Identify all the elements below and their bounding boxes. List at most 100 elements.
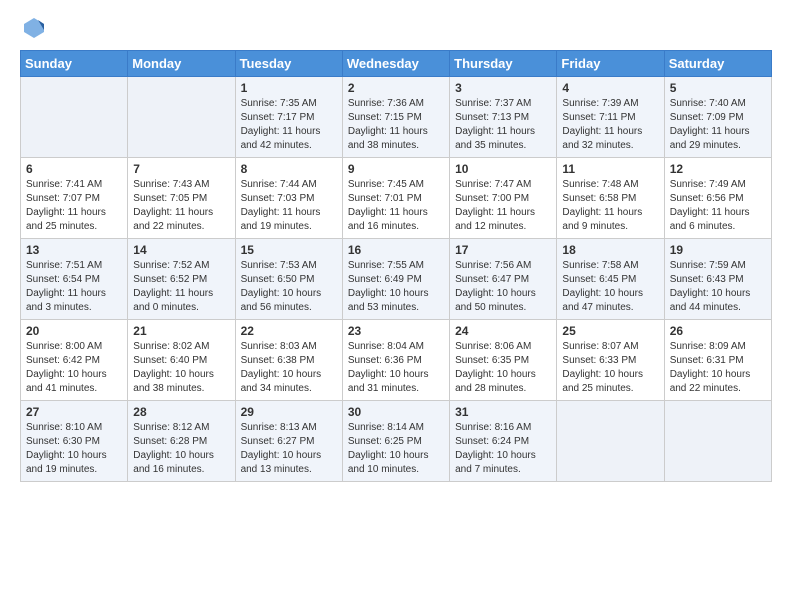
day-info: Sunrise: 8:09 AM Sunset: 6:31 PM Dayligh… [670,340,766,396]
day-info: Sunrise: 8:02 AM Sunset: 6:40 PM Dayligh… [133,340,229,396]
calendar-day-cell: 12Sunrise: 7:49 AM Sunset: 6:56 PM Dayli… [664,158,771,239]
calendar-header-tuesday: Tuesday [235,51,342,77]
day-info: Sunrise: 7:48 AM Sunset: 6:58 PM Dayligh… [562,178,658,234]
calendar-day-cell: 4 Sunrise: 7:39 AM Sunset: 7:11 PM Daylig… [557,77,664,158]
calendar-header-wednesday: Wednesday [342,51,449,77]
calendar-week-row: 20Sunrise: 8:00 AM Sunset: 6:42 PM Dayli… [21,320,772,401]
day-number: 5 [670,81,766,95]
day-info: Sunrise: 8:14 AM Sunset: 6:25 PM Dayligh… [348,421,444,477]
calendar-day-cell [557,401,664,482]
header [20,16,772,40]
day-info: Sunrise: 7:40 AM Sunset: 7:09 PM Dayligh… [670,97,766,153]
calendar-day-cell: 19 Sunrise: 7:59 AM Sunset: 6:43 PM Dayli… [664,239,771,320]
calendar-day-cell: 18 Sunrise: 7:58 AM Sunset: 6:45 PM Dayli… [557,239,664,320]
day-info: Sunrise: 7:43 AM Sunset: 7:05 PM Dayligh… [133,178,229,234]
day-info: Sunrise: 7:39 AM Sunset: 7:11 PM Dayligh… [562,97,658,153]
logo [20,16,46,40]
day-info: Sunrise: 8:16 AM Sunset: 6:24 PM Dayligh… [455,421,551,477]
calendar-header-friday: Friday [557,51,664,77]
day-number: 1 [241,81,337,95]
calendar-day-cell: 23 Sunrise: 8:04 AM Sunset: 6:36 PM Dayli… [342,320,449,401]
day-number: 22 [241,324,337,338]
day-number: 17 [455,243,551,257]
day-number: 2 [348,81,444,95]
day-info: Sunrise: 7:59 AM Sunset: 6:43 PM Dayligh… [670,259,766,315]
calendar-header-sunday: Sunday [21,51,128,77]
calendar-day-cell: 2 Sunrise: 7:36 AM Sunset: 7:15 PM Daylig… [342,77,449,158]
calendar-day-cell: 16 Sunrise: 7:55 AM Sunset: 6:49 PM Dayli… [342,239,449,320]
day-number: 18 [562,243,658,257]
day-info: Sunrise: 8:06 AM Sunset: 6:35 PM Dayligh… [455,340,551,396]
day-number: 24 [455,324,551,338]
calendar-week-row: 1 Sunrise: 7:35 AM Sunset: 7:17 PM Daylig… [21,77,772,158]
calendar-day-cell: 31 Sunrise: 8:16 AM Sunset: 6:24 PM Dayli… [450,401,557,482]
day-info: Sunrise: 7:45 AM Sunset: 7:01 PM Dayligh… [348,178,444,234]
day-info: Sunrise: 7:47 AM Sunset: 7:00 PM Dayligh… [455,178,551,234]
day-info: Sunrise: 7:55 AM Sunset: 6:49 PM Dayligh… [348,259,444,315]
day-info: Sunrise: 7:35 AM Sunset: 7:17 PM Dayligh… [241,97,337,153]
calendar-header-saturday: Saturday [664,51,771,77]
day-info: Sunrise: 8:04 AM Sunset: 6:36 PM Dayligh… [348,340,444,396]
day-number: 16 [348,243,444,257]
calendar-day-cell: 29Sunrise: 8:13 AM Sunset: 6:27 PM Dayli… [235,401,342,482]
day-info: Sunrise: 8:12 AM Sunset: 6:28 PM Dayligh… [133,421,229,477]
calendar-day-cell: 13Sunrise: 7:51 AM Sunset: 6:54 PM Dayli… [21,239,128,320]
day-info: Sunrise: 7:36 AM Sunset: 7:15 PM Dayligh… [348,97,444,153]
day-number: 15 [241,243,337,257]
calendar-week-row: 27 Sunrise: 8:10 AM Sunset: 6:30 PM Dayli… [21,401,772,482]
day-number: 30 [348,405,444,419]
calendar-day-cell: 14Sunrise: 7:52 AM Sunset: 6:52 PM Dayli… [128,239,235,320]
day-number: 11 [562,162,658,176]
calendar-table: SundayMondayTuesdayWednesdayThursdayFrid… [20,50,772,482]
day-info: Sunrise: 7:53 AM Sunset: 6:50 PM Dayligh… [241,259,337,315]
logo-flag-icon [22,16,46,40]
calendar-week-row: 13Sunrise: 7:51 AM Sunset: 6:54 PM Dayli… [21,239,772,320]
calendar-day-cell: 26 Sunrise: 8:09 AM Sunset: 6:31 PM Dayli… [664,320,771,401]
calendar-header-monday: Monday [128,51,235,77]
calendar-day-cell [21,77,128,158]
day-info: Sunrise: 8:00 AM Sunset: 6:42 PM Dayligh… [26,340,122,396]
day-number: 10 [455,162,551,176]
day-number: 9 [348,162,444,176]
day-number: 31 [455,405,551,419]
day-number: 21 [133,324,229,338]
calendar-day-cell: 5 Sunrise: 7:40 AM Sunset: 7:09 PM Daylig… [664,77,771,158]
calendar-day-cell: 28 Sunrise: 8:12 AM Sunset: 6:28 PM Dayli… [128,401,235,482]
calendar-header-thursday: Thursday [450,51,557,77]
calendar-day-cell: 27 Sunrise: 8:10 AM Sunset: 6:30 PM Dayli… [21,401,128,482]
day-info: Sunrise: 7:41 AM Sunset: 7:07 PM Dayligh… [26,178,122,234]
calendar-day-cell: 21 Sunrise: 8:02 AM Sunset: 6:40 PM Dayli… [128,320,235,401]
day-info: Sunrise: 8:13 AM Sunset: 6:27 PM Dayligh… [241,421,337,477]
page: SundayMondayTuesdayWednesdayThursdayFrid… [0,0,792,612]
day-number: 4 [562,81,658,95]
calendar-day-cell: 30 Sunrise: 8:14 AM Sunset: 6:25 PM Dayli… [342,401,449,482]
day-number: 25 [562,324,658,338]
calendar-day-cell: 24 Sunrise: 8:06 AM Sunset: 6:35 PM Dayli… [450,320,557,401]
day-info: Sunrise: 8:10 AM Sunset: 6:30 PM Dayligh… [26,421,122,477]
calendar-day-cell: 25Sunrise: 8:07 AM Sunset: 6:33 PM Dayli… [557,320,664,401]
day-info: Sunrise: 8:03 AM Sunset: 6:38 PM Dayligh… [241,340,337,396]
day-info: Sunrise: 7:37 AM Sunset: 7:13 PM Dayligh… [455,97,551,153]
day-info: Sunrise: 7:58 AM Sunset: 6:45 PM Dayligh… [562,259,658,315]
day-number: 26 [670,324,766,338]
calendar-day-cell: 15 Sunrise: 7:53 AM Sunset: 6:50 PM Dayli… [235,239,342,320]
calendar-day-cell [128,77,235,158]
calendar-day-cell [664,401,771,482]
calendar-day-cell: 17 Sunrise: 7:56 AM Sunset: 6:47 PM Dayli… [450,239,557,320]
calendar-day-cell: 20Sunrise: 8:00 AM Sunset: 6:42 PM Dayli… [21,320,128,401]
day-info: Sunrise: 7:56 AM Sunset: 6:47 PM Dayligh… [455,259,551,315]
calendar-header-row: SundayMondayTuesdayWednesdayThursdayFrid… [21,51,772,77]
day-number: 19 [670,243,766,257]
calendar-day-cell: 6 Sunrise: 7:41 AM Sunset: 7:07 PM Daylig… [21,158,128,239]
day-number: 28 [133,405,229,419]
day-number: 6 [26,162,122,176]
day-number: 8 [241,162,337,176]
day-number: 27 [26,405,122,419]
calendar-day-cell: 10 Sunrise: 7:47 AM Sunset: 7:00 PM Dayli… [450,158,557,239]
day-number: 23 [348,324,444,338]
day-number: 14 [133,243,229,257]
calendar-day-cell: 3Sunrise: 7:37 AM Sunset: 7:13 PM Daylig… [450,77,557,158]
day-number: 12 [670,162,766,176]
calendar-week-row: 6 Sunrise: 7:41 AM Sunset: 7:07 PM Daylig… [21,158,772,239]
calendar-day-cell: 7Sunrise: 7:43 AM Sunset: 7:05 PM Daylig… [128,158,235,239]
